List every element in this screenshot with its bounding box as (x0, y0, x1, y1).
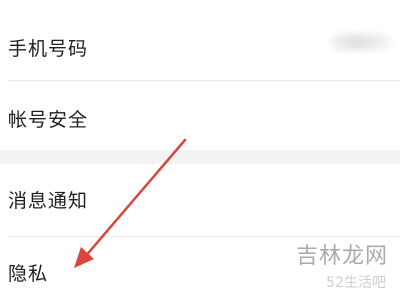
account-security-label: 帐号安全 (8, 109, 89, 131)
settings-group-account: 手机号码 帐号安全 (0, 0, 400, 150)
watermark-subtext: 52生活吧 (326, 275, 386, 291)
section-gap (0, 150, 400, 164)
privacy-label: 隐私 (8, 263, 49, 285)
account-security-row[interactable]: 帐号安全 (0, 81, 400, 150)
phone-number-label: 手机号码 (8, 38, 89, 60)
watermark-text: 吉林龙网 (295, 244, 388, 269)
phone-number-value-blurred (330, 34, 392, 50)
notifications-label: 消息通知 (8, 190, 89, 212)
phone-number-row[interactable]: 手机号码 (0, 0, 400, 80)
settings-screen: 手机号码 帐号安全 消息通知 隐私 吉林龙网 52生活吧 (0, 0, 400, 300)
notifications-row[interactable]: 消息通知 (0, 164, 400, 236)
